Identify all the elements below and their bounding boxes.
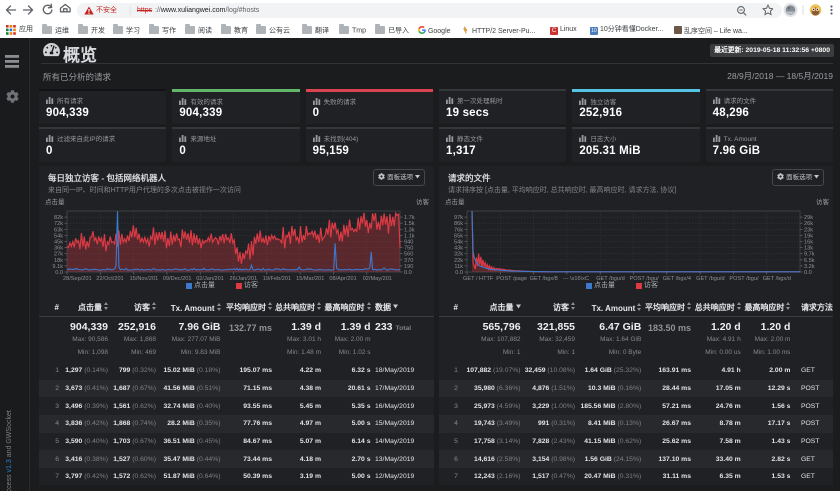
svg-text:6.5k: 6.5k — [804, 258, 815, 264]
svg-text:1.7k: 1.7k — [404, 215, 415, 221]
svg-text:0.0: 0.0 — [404, 270, 412, 276]
svg-text:63k: 63k — [54, 227, 63, 233]
svg-text:750: 750 — [404, 246, 413, 252]
svg-text:97k: 97k — [454, 215, 463, 221]
svg-text:13k: 13k — [804, 246, 813, 252]
svg-text:3.2k: 3.2k — [804, 264, 815, 270]
svg-text:72k: 72k — [54, 221, 63, 227]
svg-text:560: 560 — [404, 252, 413, 258]
svg-text:26k: 26k — [804, 221, 813, 227]
svg-text:27k: 27k — [54, 252, 63, 258]
svg-text:点击量: 点击量 — [45, 197, 65, 206]
svg-text:23k: 23k — [804, 227, 813, 233]
svg-text:82k: 82k — [54, 215, 63, 221]
svg-text:1.1k: 1.1k — [404, 233, 415, 239]
svg-text:43k: 43k — [454, 246, 463, 252]
svg-text:0.0: 0.0 — [55, 270, 63, 276]
svg-text:940: 940 — [404, 240, 413, 246]
svg-text:0.0: 0.0 — [804, 270, 812, 276]
svg-text:点击量: 点击量 — [445, 197, 465, 206]
svg-text:11k: 11k — [454, 264, 463, 270]
svg-text:54k: 54k — [54, 233, 63, 239]
svg-text:65k: 65k — [454, 233, 463, 239]
svg-text:54k: 54k — [454, 240, 463, 246]
svg-text:0.0: 0.0 — [455, 270, 463, 276]
svg-text:1.3k: 1.3k — [404, 227, 415, 233]
svg-text:访客: 访客 — [816, 197, 830, 206]
svg-text:29k: 29k — [804, 215, 813, 221]
svg-text:9.7k: 9.7k — [804, 252, 815, 258]
svg-text:19k: 19k — [804, 233, 813, 239]
svg-text:访客: 访客 — [416, 197, 430, 206]
svg-text:36k: 36k — [54, 246, 63, 252]
svg-text:1.5k: 1.5k — [404, 221, 415, 227]
svg-text:45k: 45k — [54, 240, 63, 246]
svg-text:16k: 16k — [804, 240, 813, 246]
svg-text:18k: 18k — [54, 258, 63, 264]
svg-text:370: 370 — [404, 258, 413, 264]
svg-text:32k: 32k — [454, 252, 463, 258]
svg-text:9.1k: 9.1k — [52, 264, 63, 270]
svg-text:86k: 86k — [454, 221, 463, 227]
svg-text:190: 190 — [404, 264, 413, 270]
svg-text:22k: 22k — [454, 258, 463, 264]
svg-text:76k: 76k — [454, 227, 463, 233]
